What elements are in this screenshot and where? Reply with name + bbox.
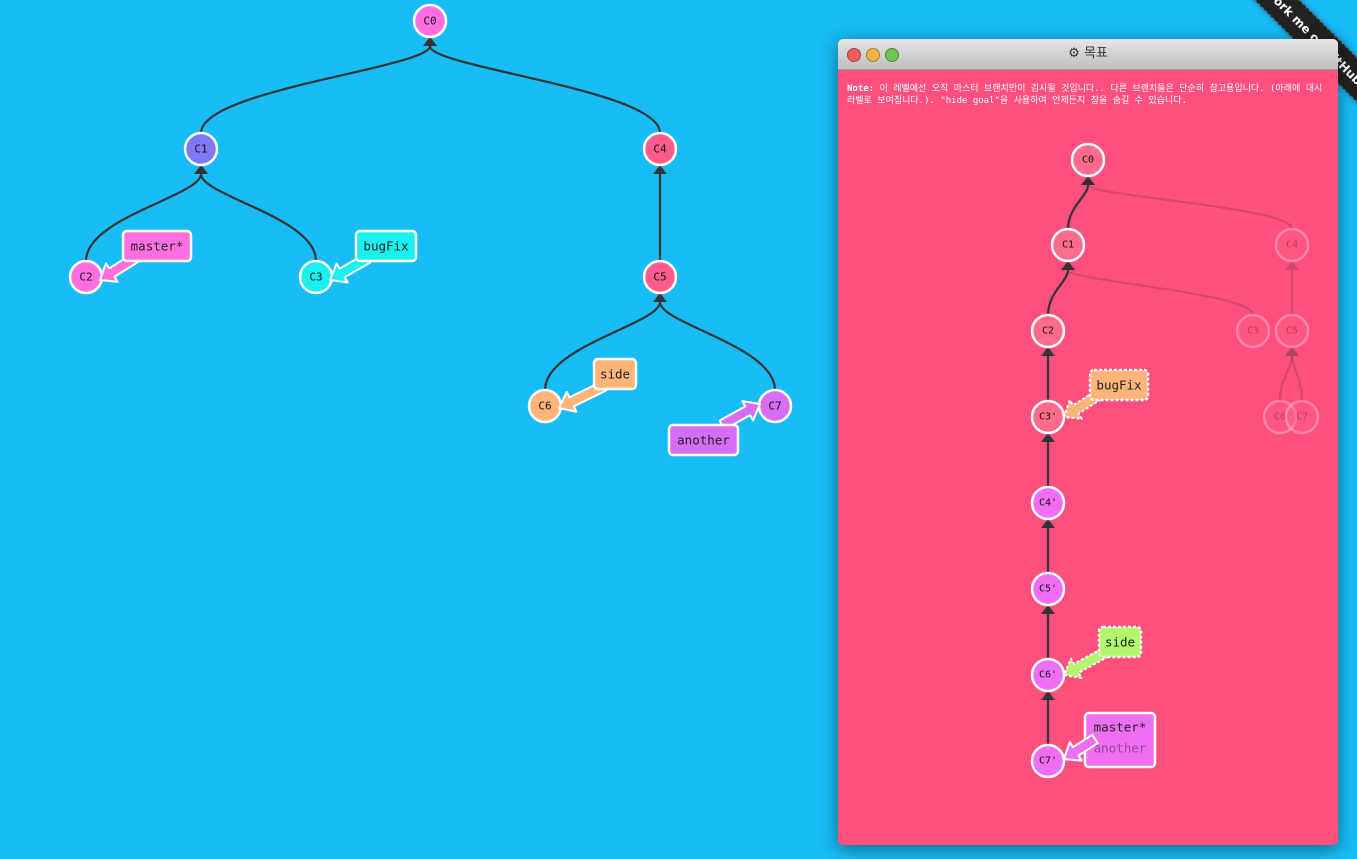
goal-commit-c3-prime[interactable]: C3' — [1030, 399, 1066, 435]
goal-edge-c4-to-c0-arrowhead — [1081, 176, 1095, 185]
goal-commit-c6-prime[interactable]: C6' — [1030, 657, 1066, 693]
goal-edge-c6-to-c5-arrowhead — [1041, 605, 1055, 614]
goal-branch-another-label: another — [1094, 741, 1147, 756]
goal-commit-c0[interactable]: C0 — [1070, 142, 1106, 178]
branch-another[interactable]: another — [667, 400, 761, 457]
goal-edge-c3-to-c2-arrowhead — [1041, 347, 1055, 356]
goal-commit-c5-prime[interactable]: C5' — [1030, 571, 1066, 607]
goal-edges — [1041, 176, 1304, 745]
goal-commits: C0 C1 C2 C3' C4' C5' C6' C7' C3 C4 C5 C6 C7 — [1030, 142, 1320, 779]
goal-commit-c7-label: C7 — [1296, 412, 1308, 423]
goal-branch-bugfix[interactable]: bugFix — [1063, 368, 1150, 420]
goal-edge-c7-to-c5-arrowhead — [1285, 347, 1299, 356]
goal-commit-c1-label: C1 — [1062, 240, 1074, 251]
commit-c1[interactable]: C1 — [183, 131, 219, 167]
goal-window: ⚙ 목표 Note: 이 레벨에선 오직 마스터 브랜치만이 검사될 것입니다.… — [838, 39, 1338, 845]
commit-c7-label: C7 — [768, 400, 781, 413]
commit-c6[interactable]: C6 — [527, 388, 563, 424]
goal-commit-c4[interactable]: C4 — [1274, 227, 1310, 263]
branch-another-label: another — [677, 433, 730, 448]
commit-c1-label: C1 — [194, 143, 207, 156]
goal-commit-c5-label: C5 — [1286, 326, 1298, 337]
commit-c6-label: C6 — [538, 400, 551, 413]
commit-c3-label: C3 — [309, 271, 322, 284]
goal-commit-c3-label: C3 — [1247, 326, 1259, 337]
main-edges — [84, 37, 777, 391]
goal-edge-c3-to-c1 — [1066, 268, 1255, 316]
edge-c3-to-c1 — [199, 173, 318, 262]
commit-c3[interactable]: C3 — [298, 259, 334, 295]
goal-edge-c6-to-c5 — [1278, 355, 1294, 402]
edge-c7-to-c5-arrowhead — [653, 293, 667, 302]
goal-commit-c0-label: C0 — [1082, 155, 1094, 166]
goal-commit-tree: C0 C1 C2 C3' C4' C5' C6' C7' C3 C4 C5 C6 C7 bugFix sid… — [1030, 142, 1320, 779]
goal-commit-c4-prime-label: C4' — [1039, 498, 1057, 509]
edge-c4-to-c0 — [428, 45, 662, 134]
edge-c7-to-c5 — [658, 301, 777, 391]
edge-c5-to-c4-arrowhead — [653, 165, 667, 174]
goal-edge-c2-to-c1 — [1046, 269, 1070, 316]
commit-c4[interactable]: C4 — [642, 131, 678, 167]
commit-c5-label: C5 — [653, 271, 666, 284]
goal-commit-c2[interactable]: C2 — [1030, 313, 1066, 349]
branch-side-label: side — [600, 367, 630, 382]
edge-c4-to-c0-arrowhead — [423, 37, 437, 46]
branch-master-label: master* — [131, 239, 184, 254]
commit-c0[interactable]: C0 — [412, 3, 448, 39]
goal-commit-c1[interactable]: C1 — [1050, 227, 1086, 263]
branch-bugfix[interactable]: bugFix — [329, 229, 418, 284]
goal-branch-side[interactable]: side — [1063, 625, 1143, 679]
commit-c2[interactable]: C2 — [68, 259, 104, 295]
main-commits: C0 C1 C2 C3 C4 C5 C6 C7 — [68, 3, 793, 424]
goal-commit-c5[interactable]: C5 — [1274, 313, 1310, 349]
goal-edge-c1-to-c0 — [1066, 184, 1090, 230]
goal-commit-c4-prime[interactable]: C4' — [1030, 485, 1066, 521]
goal-branch-bugfix-label: bugFix — [1096, 378, 1142, 393]
goal-edge-c7-to-c6-arrowhead — [1041, 691, 1055, 700]
goal-commit-c6-label: C6 — [1274, 412, 1286, 423]
goal-edge-c5-to-c4-arrowhead — [1285, 261, 1299, 270]
goal-branch-master-label: master* — [1094, 720, 1147, 735]
goal-commit-c7[interactable]: C7 — [1284, 399, 1320, 435]
goal-edge-c4-to-c3-arrowhead — [1041, 433, 1055, 442]
goal-edge-c7-to-c5 — [1290, 355, 1304, 402]
commit-c2-label: C2 — [79, 271, 92, 284]
goal-edge-c3-to-c1-arrowhead — [1061, 261, 1075, 270]
commit-c4-label: C4 — [653, 143, 667, 156]
branch-master[interactable]: master* — [99, 229, 193, 283]
branch-side[interactable]: side — [558, 357, 638, 413]
goal-commit-c6-prime-label: C6' — [1039, 670, 1057, 681]
goal-commit-c7-prime[interactable]: C7' — [1030, 743, 1066, 779]
edge-c3-to-c1-arrowhead — [194, 165, 208, 174]
edge-c1-to-c0 — [199, 45, 432, 134]
commit-c7[interactable]: C7 — [757, 388, 793, 424]
goal-commit-c5-prime-label: C5' — [1039, 584, 1057, 595]
goal-commit-c7-prime-label: C7' — [1039, 756, 1057, 767]
goal-commit-c4-label: C4 — [1286, 240, 1298, 251]
commit-c0-label: C0 — [423, 15, 436, 28]
goal-edge-c5-to-c4-arrowhead — [1041, 519, 1055, 528]
goal-commit-c2-label: C2 — [1042, 326, 1054, 337]
goal-branch-side-label: side — [1105, 635, 1135, 650]
branch-bugfix-label: bugFix — [363, 239, 409, 254]
goal-branches: bugFix side master* another — [1063, 368, 1157, 769]
goal-commit-c3-prime-label: C3' — [1039, 412, 1057, 423]
goal-commit-c3[interactable]: C3 — [1235, 313, 1271, 349]
goal-edge-c4-to-c0 — [1086, 183, 1294, 230]
commit-c5[interactable]: C5 — [642, 259, 678, 295]
